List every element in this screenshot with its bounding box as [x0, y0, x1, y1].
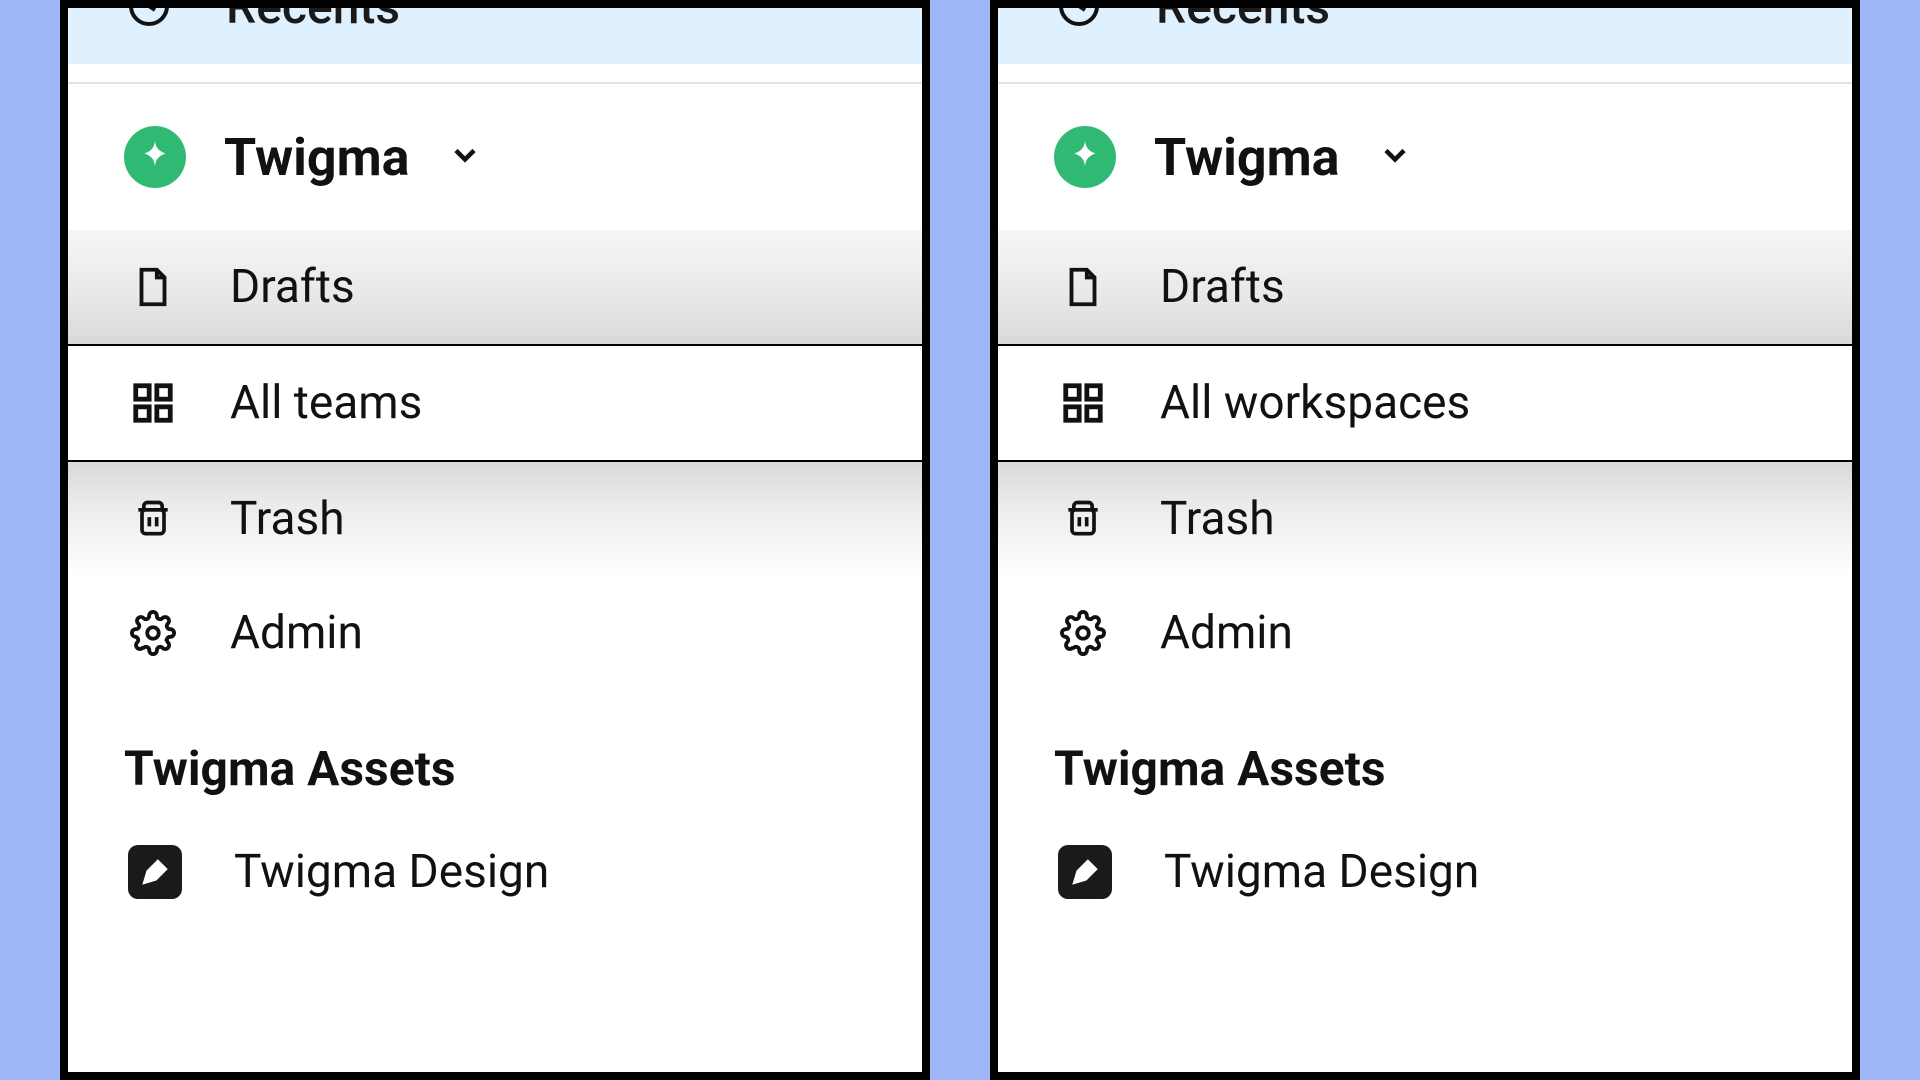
clock-icon [124, 0, 174, 31]
nav-item-drafts[interactable]: Drafts [998, 230, 1852, 346]
nav-list: Drafts All teams Trash Admin [68, 230, 922, 690]
gear-icon [1058, 608, 1108, 658]
nav-item-all-workspaces[interactable]: All workspaces [998, 346, 1852, 462]
spacer [998, 64, 1852, 82]
clock-icon [1054, 0, 1104, 31]
asset-item-label: Twigma Design [1164, 845, 1479, 899]
chevron-down-icon [447, 137, 483, 177]
nav-item-trash[interactable]: Trash [68, 462, 922, 576]
org-avatar [124, 126, 186, 188]
section-title-assets: Twigma Assets [68, 690, 922, 821]
org-switcher[interactable]: Twigma [68, 84, 922, 230]
grid-icon [1058, 378, 1108, 428]
nav-item-label: Recents [1156, 0, 1330, 35]
nav-list: Drafts All workspaces Trash Admin [998, 230, 1852, 690]
nav-item-label: Admin [1160, 606, 1293, 660]
org-name: Twigma [224, 127, 409, 188]
sidebar-panel-teams: Recents Twigma Drafts All teams [60, 0, 930, 1080]
nav-item-label: Trash [230, 492, 345, 546]
pen-icon [128, 845, 182, 899]
chevron-down-icon [1377, 137, 1413, 177]
nav-item-recents[interactable]: Recents [68, 0, 922, 64]
nav-item-trash[interactable]: Trash [998, 462, 1852, 576]
org-switcher[interactable]: Twigma [998, 84, 1852, 230]
file-icon [1058, 262, 1108, 312]
trash-icon [128, 494, 178, 544]
nav-item-drafts[interactable]: Drafts [68, 230, 922, 346]
pen-icon [1058, 845, 1112, 899]
section-title-assets: Twigma Assets [998, 690, 1852, 821]
gear-icon [128, 608, 178, 658]
file-icon [128, 262, 178, 312]
asset-item[interactable]: Twigma Design [998, 821, 1852, 923]
nav-item-label: All workspaces [1160, 376, 1470, 430]
spacer [68, 64, 922, 82]
asset-item-label: Twigma Design [234, 845, 549, 899]
nav-item-recents[interactable]: Recents [998, 0, 1852, 64]
trash-icon [1058, 494, 1108, 544]
nav-item-label: Drafts [1160, 260, 1285, 314]
nav-item-label: Recents [226, 0, 400, 35]
nav-item-label: Drafts [230, 260, 355, 314]
asset-item[interactable]: Twigma Design [68, 821, 922, 923]
sidebar-panel-workspaces: Recents Twigma Drafts All workspaces [990, 0, 1860, 1080]
nav-item-admin[interactable]: Admin [68, 576, 922, 690]
nav-item-label: Trash [1160, 492, 1275, 546]
nav-item-label: All teams [230, 376, 422, 430]
nav-item-admin[interactable]: Admin [998, 576, 1852, 690]
nav-item-label: Admin [230, 606, 363, 660]
grid-icon [128, 378, 178, 428]
org-name: Twigma [1154, 127, 1339, 188]
org-avatar [1054, 126, 1116, 188]
nav-item-all-teams[interactable]: All teams [68, 346, 922, 462]
